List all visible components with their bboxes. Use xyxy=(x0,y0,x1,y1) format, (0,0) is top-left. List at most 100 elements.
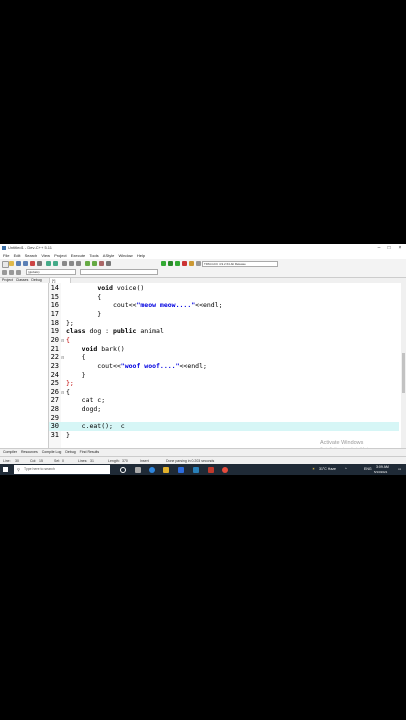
code-line[interactable]: 31} xyxy=(49,431,399,440)
menu-file[interactable]: File xyxy=(3,252,9,259)
code-line[interactable]: 26 ⊟{ xyxy=(49,388,399,397)
compile-run-icon[interactable] xyxy=(175,261,180,266)
code-line[interactable]: 19 class dog : public animal xyxy=(49,327,399,336)
options-icon[interactable] xyxy=(106,261,111,266)
compiler-select[interactable]: TDM-GCC 4.9.2 64-bit Release xyxy=(202,261,278,267)
tab-classes[interactable]: Classes xyxy=(16,278,28,282)
tab-find-results[interactable]: Find Results xyxy=(80,450,99,454)
code-line[interactable]: 14 void voice() xyxy=(49,284,399,293)
taskbar-search-input[interactable]: Type here to search xyxy=(14,465,110,474)
notifications-icon[interactable]: ▭ xyxy=(398,464,401,475)
line-number: 20 xyxy=(50,335,59,344)
chrome-icon[interactable] xyxy=(222,467,228,473)
tab-debug-bottom[interactable]: Debug xyxy=(65,450,75,454)
menu-view[interactable]: View xyxy=(41,252,50,259)
line-number: 14 xyxy=(50,284,59,292)
store-icon[interactable] xyxy=(178,467,184,473)
maximize-button[interactable]: □ xyxy=(384,244,394,252)
remove-file-icon[interactable] xyxy=(99,261,104,266)
add-file-icon[interactable] xyxy=(92,261,97,266)
code-line[interactable]: 20 ⊟{ xyxy=(49,336,399,345)
fold-marker-icon[interactable]: ⊟ xyxy=(61,390,64,395)
code-line[interactable]: 17 } xyxy=(49,310,399,319)
code-line[interactable]: 29 xyxy=(49,414,399,423)
tab-project[interactable]: Project xyxy=(2,278,13,282)
code-text: } xyxy=(66,371,86,380)
mail-icon[interactable] xyxy=(193,467,199,473)
code-token: animal xyxy=(136,327,164,336)
menu-execute[interactable]: Execute xyxy=(71,252,85,259)
weather-text[interactable]: 31°C Haze xyxy=(319,464,336,475)
cortana-icon[interactable] xyxy=(120,467,126,473)
code-line[interactable]: 30 c.eat(); c xyxy=(49,422,399,432)
code-token: <<endl; xyxy=(195,301,223,310)
scrollbar-thumb[interactable] xyxy=(402,353,405,393)
find-icon[interactable] xyxy=(62,261,67,266)
editor-vertical-scrollbar[interactable] xyxy=(401,283,406,448)
clock-date[interactable]: 5/13/2021 xyxy=(374,470,387,474)
new-file-icon[interactable] xyxy=(2,261,9,268)
task-view-icon[interactable] xyxy=(135,467,141,473)
globals-select[interactable]: (globals) xyxy=(26,269,76,275)
unindent-icon[interactable] xyxy=(9,270,14,275)
profile-icon[interactable] xyxy=(196,261,201,266)
debug-icon[interactable] xyxy=(189,261,194,266)
menu-window[interactable]: Window xyxy=(118,252,132,259)
code-text: void bark() xyxy=(66,345,125,354)
line-number: 22 xyxy=(50,353,59,362)
project-icon[interactable] xyxy=(85,261,90,266)
code-line[interactable]: 22 ⊟ { xyxy=(49,353,399,362)
code-line[interactable]: 15 { xyxy=(49,293,399,302)
tab-compiler[interactable]: Compiler xyxy=(3,450,17,454)
code-line[interactable]: 16 cout<<"meow meow...."<<endl; xyxy=(49,301,399,310)
language-indicator[interactable]: ENG xyxy=(364,464,372,475)
line-number: 15 xyxy=(50,292,59,301)
tab-resources[interactable]: Resources xyxy=(21,450,38,454)
fold-marker-icon[interactable]: ⊟ xyxy=(61,355,64,360)
code-line[interactable]: 24 } xyxy=(49,371,399,380)
goto-icon[interactable] xyxy=(76,261,81,266)
rebuild-icon[interactable] xyxy=(182,261,187,266)
close-button[interactable]: × xyxy=(395,244,405,252)
open-folder-icon[interactable] xyxy=(9,261,14,266)
tray-chevron-icon[interactable]: ^ xyxy=(345,464,347,475)
members-select[interactable] xyxy=(80,269,158,275)
indent-icon[interactable] xyxy=(2,270,7,275)
menu-astyle[interactable]: AStyle xyxy=(103,252,115,259)
code-line[interactable]: 21 void bark() xyxy=(49,345,399,354)
project-browser[interactable] xyxy=(0,283,49,448)
file-explorer-icon[interactable] xyxy=(163,467,169,473)
line-number: 26 xyxy=(50,387,59,396)
run-icon[interactable] xyxy=(168,261,173,266)
print-icon[interactable] xyxy=(37,261,42,266)
menu-help[interactable]: Help xyxy=(137,252,145,259)
devcpp-taskbar-icon[interactable] xyxy=(208,467,214,473)
code-editor[interactable]: 14 void voice() 15 {16 cout<<"meow meow..… xyxy=(49,283,406,448)
code-line[interactable]: 27 cat c; xyxy=(49,396,399,405)
edge-icon[interactable] xyxy=(149,467,155,473)
save-all-icon[interactable] xyxy=(23,261,28,266)
minimize-button[interactable]: – xyxy=(374,244,384,252)
replace-icon[interactable] xyxy=(69,261,74,266)
fold-marker-icon[interactable]: ⊟ xyxy=(61,338,64,343)
menu-project[interactable]: Project xyxy=(54,252,66,259)
menu-edit[interactable]: Edit xyxy=(14,252,21,259)
tab-compile-log[interactable]: Compile Log xyxy=(42,450,62,454)
code-line[interactable]: 18}; xyxy=(49,319,399,328)
close-file-icon[interactable] xyxy=(30,261,35,266)
undo-icon[interactable] xyxy=(46,261,51,266)
clock-time[interactable]: 3:09 AM xyxy=(376,465,389,469)
code-line[interactable]: 25}; xyxy=(49,379,399,388)
tab-debug[interactable]: Debug xyxy=(31,278,41,282)
menu-tools[interactable]: Tools xyxy=(89,252,98,259)
code-line[interactable]: 23 cout<<"woof woof...."<<endl; xyxy=(49,362,399,371)
windows-start-icon[interactable] xyxy=(3,467,8,472)
redo-icon[interactable] xyxy=(53,261,58,266)
compile-icon[interactable] xyxy=(161,261,166,266)
menu-search[interactable]: Search xyxy=(25,252,38,259)
save-icon[interactable] xyxy=(16,261,21,266)
code-text: } xyxy=(66,310,101,319)
toggle-comment-icon[interactable] xyxy=(16,270,21,275)
code-token: c.eat(); c xyxy=(66,422,125,431)
code-line[interactable]: 28 dogd; xyxy=(49,405,399,414)
